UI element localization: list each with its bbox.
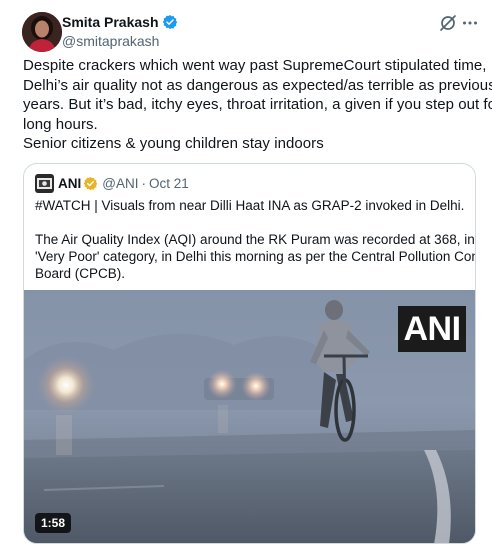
tweet-text-line: Delhi’s air quality not as dangerous as … xyxy=(23,76,492,94)
author-handle[interactable]: @smitaprakash xyxy=(62,32,178,50)
quoted-tweet-date: Oct 21 xyxy=(148,175,189,191)
quoted-author-name: ANI xyxy=(58,175,82,191)
quoted-author-avatar xyxy=(35,173,54,193)
tweet: Smita Prakash @smitaprakash Despite crac… xyxy=(0,0,492,553)
verified-badge-icon xyxy=(162,14,178,30)
tweet-text: Despite crackers which went way past Sup… xyxy=(23,56,492,154)
quoted-text-line: #WATCH | Visuals from near Dilli Haat IN… xyxy=(35,198,465,213)
quoted-author-handle: @ANI xyxy=(102,175,139,191)
video-player[interactable]: ANI 1:58 xyxy=(24,290,475,543)
ani-watermark: ANI xyxy=(398,306,466,352)
author-avatar[interactable] xyxy=(22,12,62,52)
quoted-tweet-card[interactable]: ANI @ANI · Oct 21 #WATCH | Visuals from … xyxy=(23,163,476,544)
grok-icon[interactable] xyxy=(438,13,458,33)
gold-verified-badge-icon xyxy=(83,176,98,191)
video-duration-badge: 1:58 xyxy=(35,513,72,533)
quoted-text-line: Board (CPCB). xyxy=(35,266,126,281)
author-name[interactable]: Smita Prakash xyxy=(62,14,159,30)
tweet-text-line: Senior citizens & young children stay in… xyxy=(23,135,324,153)
quoted-text-line: 'Very Poor' category, in Delhi this morn… xyxy=(35,249,476,264)
tweet-text-line: years. But it’s bad, itchy eyes, throat … xyxy=(23,96,492,114)
quoted-tweet-text: #WATCH | Visuals from near Dilli Haat IN… xyxy=(35,197,476,282)
tweet-text-line: long hours. xyxy=(23,115,98,133)
tweet-text-line: Despite crackers which went way past Sup… xyxy=(23,57,487,74)
author-info: Smita Prakash @smitaprakash xyxy=(62,13,178,50)
more-icon[interactable] xyxy=(461,14,479,32)
dot-separator: · xyxy=(141,175,146,191)
quoted-tweet-header: ANI @ANI · Oct 21 xyxy=(35,173,189,193)
quoted-text-line: The Air Quality Index (AQI) around the R… xyxy=(35,232,476,247)
